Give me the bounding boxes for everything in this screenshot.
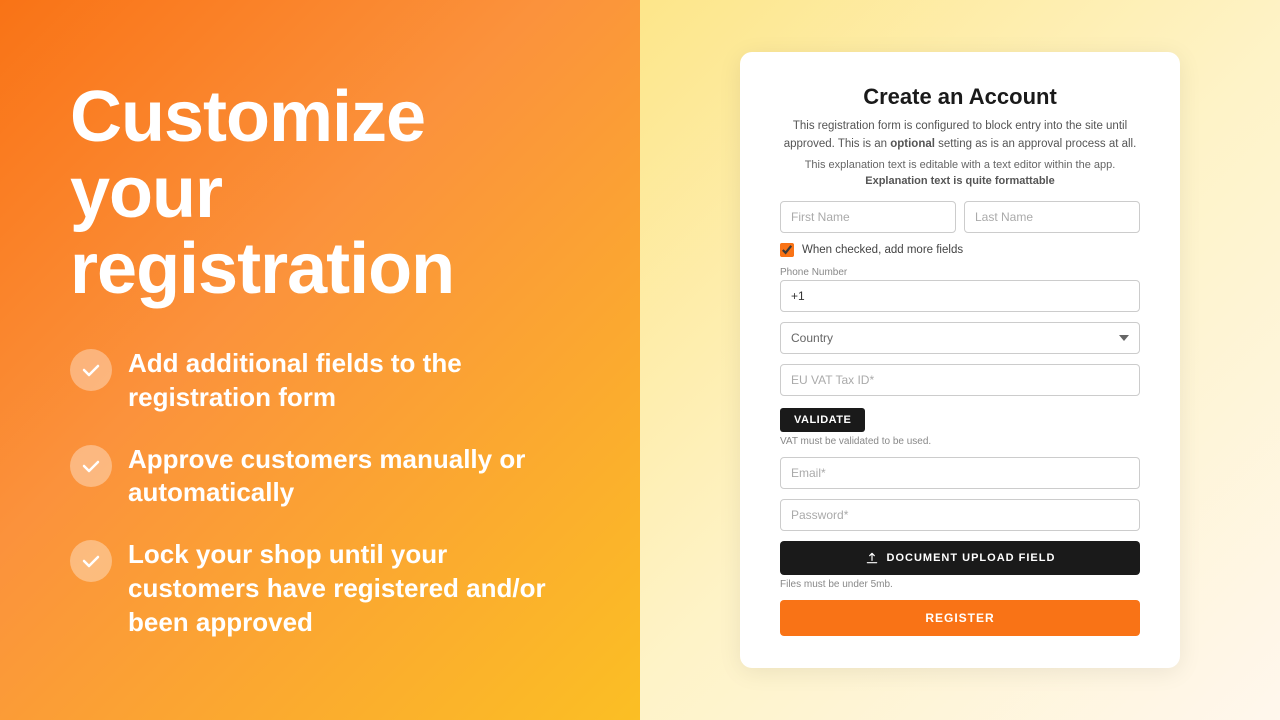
email-input[interactable] <box>780 457 1140 489</box>
feature-text-2: Approve customers manually or automatica… <box>128 443 570 511</box>
vat-row <box>780 364 1140 402</box>
feature-text-3: Lock your shop until your customers have… <box>128 538 570 639</box>
feature-list: Add additional fields to the registratio… <box>70 347 570 640</box>
left-panel: Customize your registration Add addition… <box>0 0 640 720</box>
files-note: Files must be under 5mb. <box>780 579 1140 590</box>
password-row <box>780 499 1140 531</box>
validate-button[interactable]: VALIDATE <box>780 408 865 432</box>
upload-label: DOCUMENT UPLOAD FIELD <box>887 552 1056 564</box>
form-title: Create an Account <box>780 84 1140 110</box>
country-group: Country United States Canada United King… <box>780 322 1140 354</box>
formattable-text: Explanation text is quite <box>865 175 995 187</box>
add-fields-checkbox[interactable] <box>780 243 794 257</box>
phone-input[interactable] <box>780 280 1140 312</box>
country-select[interactable]: Country United States Canada United King… <box>780 322 1140 354</box>
form-formattable: Explanation text is quite formattable <box>780 175 1140 187</box>
form-desc-text2: setting as is an approval process at all… <box>935 138 1136 150</box>
form-description: This registration form is configured to … <box>780 118 1140 153</box>
main-heading: Customize your registration <box>70 80 570 307</box>
email-row <box>780 457 1140 489</box>
checkbox-label: When checked, add more fields <box>802 244 963 256</box>
form-explanation: This explanation text is editable with a… <box>780 159 1140 171</box>
checkbox-row: When checked, add more fields <box>780 243 1140 257</box>
registration-form-card: Create an Account This registration form… <box>740 52 1180 668</box>
feature-item-approve: Approve customers manually or automatica… <box>70 443 570 511</box>
upload-button[interactable]: DOCUMENT UPLOAD FIELD <box>780 541 1140 575</box>
right-panel: Create an Account This registration form… <box>640 0 1280 720</box>
vat-note: VAT must be validated to be used. <box>780 436 1140 447</box>
phone-group: Phone Number <box>780 267 1140 312</box>
check-circle-2 <box>70 445 112 487</box>
check-circle-1 <box>70 349 112 391</box>
password-input[interactable] <box>780 499 1140 531</box>
feature-item-lock: Lock your shop until your customers have… <box>70 538 570 639</box>
phone-label: Phone Number <box>780 267 1140 278</box>
first-name-input[interactable] <box>780 201 956 233</box>
vat-input[interactable] <box>780 364 1140 396</box>
feature-item-add-fields: Add additional fields to the registratio… <box>70 347 570 415</box>
upload-icon <box>865 551 879 565</box>
formattable-bold: formattable <box>995 175 1055 187</box>
check-circle-3 <box>70 540 112 582</box>
register-button[interactable]: REGISTER <box>780 600 1140 636</box>
feature-text-1: Add additional fields to the registratio… <box>128 347 570 415</box>
last-name-input[interactable] <box>964 201 1140 233</box>
name-row <box>780 201 1140 233</box>
form-desc-bold: optional <box>890 138 935 150</box>
